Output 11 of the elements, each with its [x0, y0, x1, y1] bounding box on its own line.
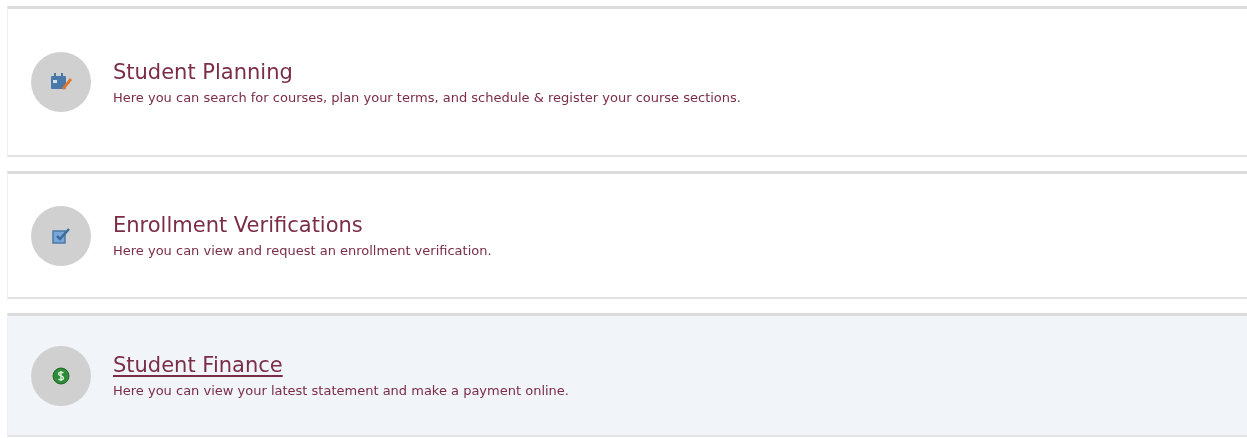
dollar-icon [52, 366, 70, 385]
card-description: Here you can view and request an enrollment verification. [113, 243, 492, 258]
card-description: Here you can search for courses, plan your terms, and schedule & register your course sections. [113, 89, 741, 105]
card-title-link[interactable]: Student Finance [113, 353, 569, 377]
menu-card[interactable]: Student Finance Here you can view your latest statement and make a payment online. [7, 313, 1247, 437]
calendar-icon [50, 72, 72, 92]
card-title-link[interactable]: Enrollment Verifications [113, 213, 492, 237]
menu-card[interactable]: Enrollment Verifications Here you can view and request an enrollment verification. [7, 171, 1247, 299]
menu-card[interactable]: Student Planning Here you can search for courses, plan your terms, and schedule & register your course sections. [7, 6, 1247, 157]
card-description: Here you can view your latest statement and make a payment online. [113, 383, 569, 398]
card-title-link[interactable]: Student Planning [113, 59, 741, 84]
